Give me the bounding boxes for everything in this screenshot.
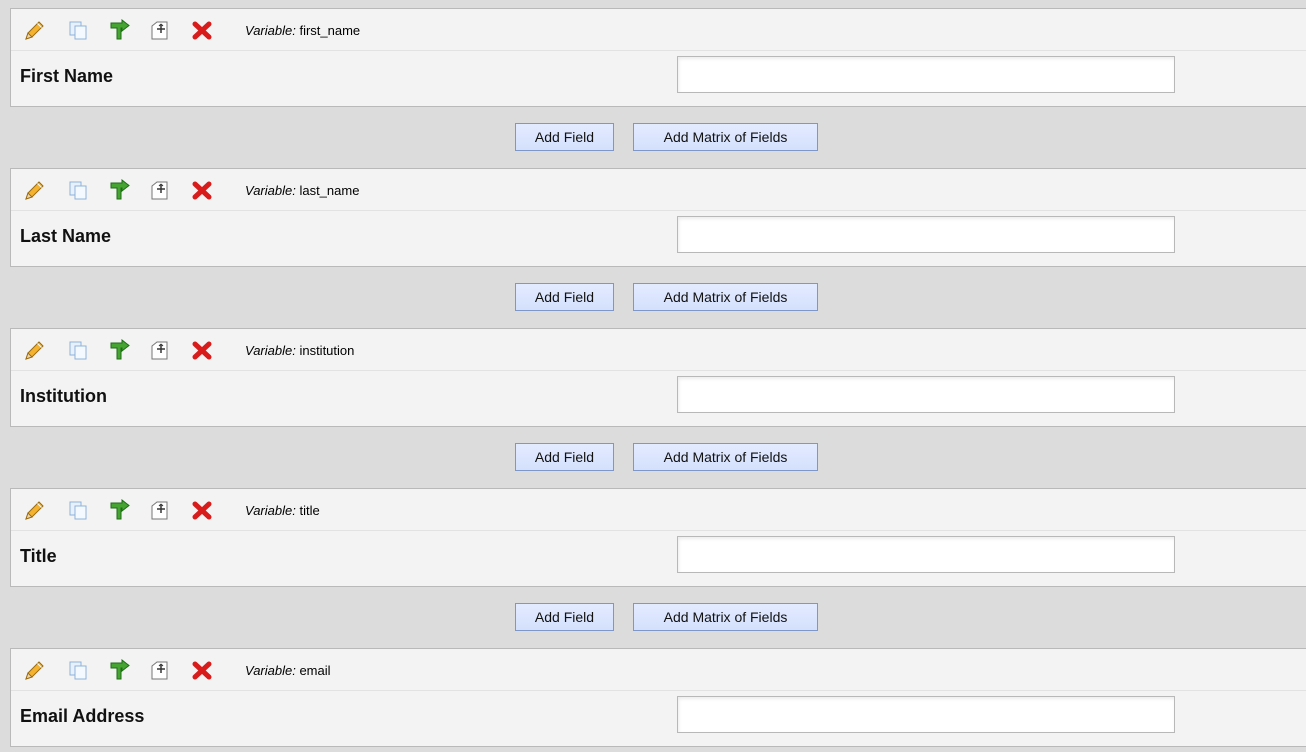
field-label: Institution [20,386,107,406]
pencil-icon[interactable] [22,659,46,681]
field-label: Last Name [20,226,112,246]
field-toolbar: Variable: last_name [11,169,1306,211]
branch-icon[interactable] [107,19,131,41]
delete-icon[interactable] [190,499,214,521]
delete-icon[interactable] [190,659,214,681]
add-field-bar: Add Field Add Matrix of Fields [0,107,1306,168]
pencil-icon[interactable] [22,19,46,41]
move-icon[interactable] [148,659,172,681]
variable-name: last_name [299,183,360,198]
move-icon[interactable] [148,339,172,361]
variable-name: email [299,663,331,678]
field-block-first-name: Variable: first_name First Name [10,8,1306,107]
pencil-icon[interactable] [22,339,46,361]
delete-icon[interactable] [190,19,214,41]
add-matrix-button[interactable]: Add Matrix of Fields [633,123,818,151]
move-icon[interactable] [148,499,172,521]
add-field-bar: Add Field Add Matrix of Fields [0,427,1306,488]
first-name-input[interactable] [677,56,1175,93]
field-list: Variable: first_name First Name Add Fiel… [0,8,1306,747]
branch-icon[interactable] [107,339,131,361]
variable-label: Variable: [245,343,296,358]
field-label: First Name [20,66,114,86]
add-field-button[interactable]: Add Field [515,123,614,151]
copy-icon[interactable] [66,19,90,41]
field-toolbar: Variable: first_name [11,9,1306,51]
field-label: Email Address [20,706,145,726]
title-input[interactable] [677,536,1175,573]
variable-label: Variable: [245,183,296,198]
field-block-title: Variable: title Title [10,488,1306,587]
field-label: Title [20,546,57,566]
copy-icon[interactable] [66,659,90,681]
add-matrix-button[interactable]: Add Matrix of Fields [633,283,818,311]
add-matrix-button[interactable]: Add Matrix of Fields [633,443,818,471]
variable-info: Variable: email [245,663,331,678]
variable-name: first_name [299,23,361,38]
copy-icon[interactable] [66,499,90,521]
field-toolbar: Variable: institution [11,329,1306,371]
variable-info: Variable: title [245,503,320,518]
pencil-icon[interactable] [22,499,46,521]
delete-icon[interactable] [190,339,214,361]
branch-icon[interactable] [107,659,131,681]
variable-label: Variable: [245,23,296,38]
email-input[interactable] [677,696,1175,733]
variable-label: Variable: [245,663,296,678]
branch-icon[interactable] [107,179,131,201]
delete-icon[interactable] [190,179,214,201]
add-matrix-button[interactable]: Add Matrix of Fields [633,603,818,631]
add-field-button[interactable]: Add Field [515,603,614,631]
variable-info: Variable: last_name [245,183,359,198]
institution-input[interactable] [677,376,1175,413]
variable-info: Variable: institution [245,343,354,358]
add-field-bar: Add Field Add Matrix of Fields [0,587,1306,648]
field-block-last-name: Variable: last_name Last Name [10,168,1306,267]
branch-icon[interactable] [107,499,131,521]
variable-label: Variable: [245,503,296,518]
copy-icon[interactable] [66,339,90,361]
field-block-institution: Variable: institution Institution [10,328,1306,427]
move-icon[interactable] [148,179,172,201]
move-icon[interactable] [148,19,172,41]
variable-name: institution [299,343,355,358]
field-toolbar: Variable: title [11,489,1306,531]
add-field-button[interactable]: Add Field [515,283,614,311]
field-block-email: Variable: email Email Address [10,648,1306,747]
pencil-icon[interactable] [22,179,46,201]
add-field-bar: Add Field Add Matrix of Fields [0,267,1306,328]
field-toolbar: Variable: email [11,649,1306,691]
last-name-input[interactable] [677,216,1175,253]
variable-name: title [299,503,320,518]
add-field-button[interactable]: Add Field [515,443,614,471]
variable-info: Variable: first_name [245,23,360,38]
copy-icon[interactable] [66,179,90,201]
